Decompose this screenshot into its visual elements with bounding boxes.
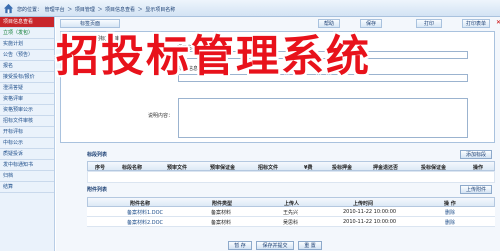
column-header: 序号 [95,165,106,171]
column-header: 附件名称 [130,201,151,207]
top-bar: 您的位置： 管理平台 ＞ 项目管理 ＞ 项目信息查看 ＞ 显示项目名称 [0,0,500,17]
column-header: 预审保证金 [210,165,236,171]
attachment-uploader: 王先兴 [283,210,299,216]
reset-button[interactable]: 重 置 [298,241,322,250]
delete-link[interactable]: 删除 [445,219,455,226]
sidebar-item-complaints[interactable]: 质疑投诉 [0,149,54,160]
upload-attachment-button[interactable]: 上传附件 [460,185,492,194]
bid-sections-title: 标段列表 [87,152,108,158]
attachment-type: 备案材料 [211,220,232,226]
sidebar-item-project-view[interactable]: 项目信息查看 [0,17,54,28]
sidebar-item-winner-publicity[interactable]: 中标公示 [0,138,54,149]
sidebar-item-settlement[interactable]: 结算 [0,182,54,193]
breadcrumb-prefix: 您的位置： [17,7,43,13]
column-header: 标段名称 [122,165,143,171]
attachment-uploader: 吴思科 [283,220,299,226]
add-section-button[interactable]: 添加标段 [460,150,492,159]
system-title-banner: 招投标管理系统 [56,32,371,82]
breadcrumb-separator: ＞ [67,7,73,13]
sidebar-item-doc-review[interactable]: 招标文件审核 [0,116,54,127]
column-header: 押金退还否 [373,165,399,171]
sidebar-item-prequal-publicity[interactable]: 资格预审公示 [0,105,54,116]
breadcrumb-item-project-mgmt[interactable]: 项目管理 [75,7,95,13]
home-icon[interactable] [3,3,14,14]
column-header: 招标文件 [258,165,279,171]
sidebar-item-announcement[interactable]: 公告（预告） [0,50,54,61]
breadcrumb-item-project-name: 显示项目名称 [145,7,176,13]
save-draft-button[interactable]: 暂 存 [228,241,252,250]
attachment-name[interactable]: 备案材料1.DOC [127,209,163,216]
attachment-time: 2010-11-22 10:00:00 [343,209,397,215]
breadcrumb-item-project-view[interactable]: 项目信息查看 [105,7,135,13]
sidebar-item-project-setup[interactable]: 立项（发包） [0,28,54,39]
sidebar-item-bid-opening[interactable]: 开标评标 [0,127,54,138]
column-header: 投标押金 [332,165,353,171]
breadcrumb-item-platform[interactable]: 管理平台 [45,7,65,13]
description-label: 说明内容： [148,113,174,119]
column-header: 操作 [473,165,484,171]
description-textarea[interactable] [178,98,468,138]
sidebar-item-archive[interactable]: 归档 [0,171,54,182]
sidebar-item-clarification[interactable]: 澄清答疑 [0,83,54,94]
close-icon[interactable]: ✕ [496,20,500,26]
bid-sections-body [87,171,495,183]
attachments-title: 附件列表 [87,187,108,193]
breadcrumb-separator: ＞ [97,7,103,13]
attachments-header: 附件名称 附件类型 上传人 上传时间 操 作 [87,197,495,207]
breadcrumb: 您的位置： 管理平台 ＞ 项目管理 ＞ 项目信息查看 ＞ 显示项目名称 [17,6,176,13]
sidebar-item-registration[interactable]: 报名 [0,61,54,72]
attachment-name[interactable]: 备案材料2.DOC [127,219,163,226]
sidebar-item-plan[interactable]: 实施计划 [0,39,54,50]
column-header: 上传时间 [353,201,374,207]
bid-sections-header: 序号 标段名称 预审文件 预审保证金 招标文件 ¥费 投标押金 押金退还否 投标… [87,161,495,171]
print-form-button[interactable]: 打印表单 [462,19,490,28]
column-header: 投标保证金 [421,165,447,171]
sidebar-item-accept-bids[interactable]: 接受投标/报价 [0,72,54,83]
delete-link[interactable]: 删除 [445,209,455,216]
column-header: 操 作 [444,201,456,207]
column-header: ¥费 [304,165,313,171]
sidebar-item-award-notice[interactable]: 发中标通知书 [0,160,54,171]
column-header: 上传人 [284,201,300,207]
column-header: 预审文件 [167,165,188,171]
table-row: 备案材料1.DOC 备案材料 王先兴 2010-11-22 10:00:00 删… [87,207,495,217]
column-header: 附件类型 [212,201,233,207]
breadcrumb-separator: ＞ [137,7,143,13]
attachment-type: 备案材料 [211,210,232,216]
attachment-time: 2010-11-22 10:00:00 [343,219,397,225]
sidebar: 项目信息查看 立项（发包） 实施计划 公告（预告） 报名 接受投标/报价 澄清答… [0,17,55,251]
save-submit-button[interactable]: 保存并提交 [256,241,294,250]
sidebar-item-qualification-review[interactable]: 资格评审 [0,94,54,105]
table-row: 备案材料2.DOC 备案材料 吴思科 2010-11-22 10:00:00 删… [87,217,495,227]
